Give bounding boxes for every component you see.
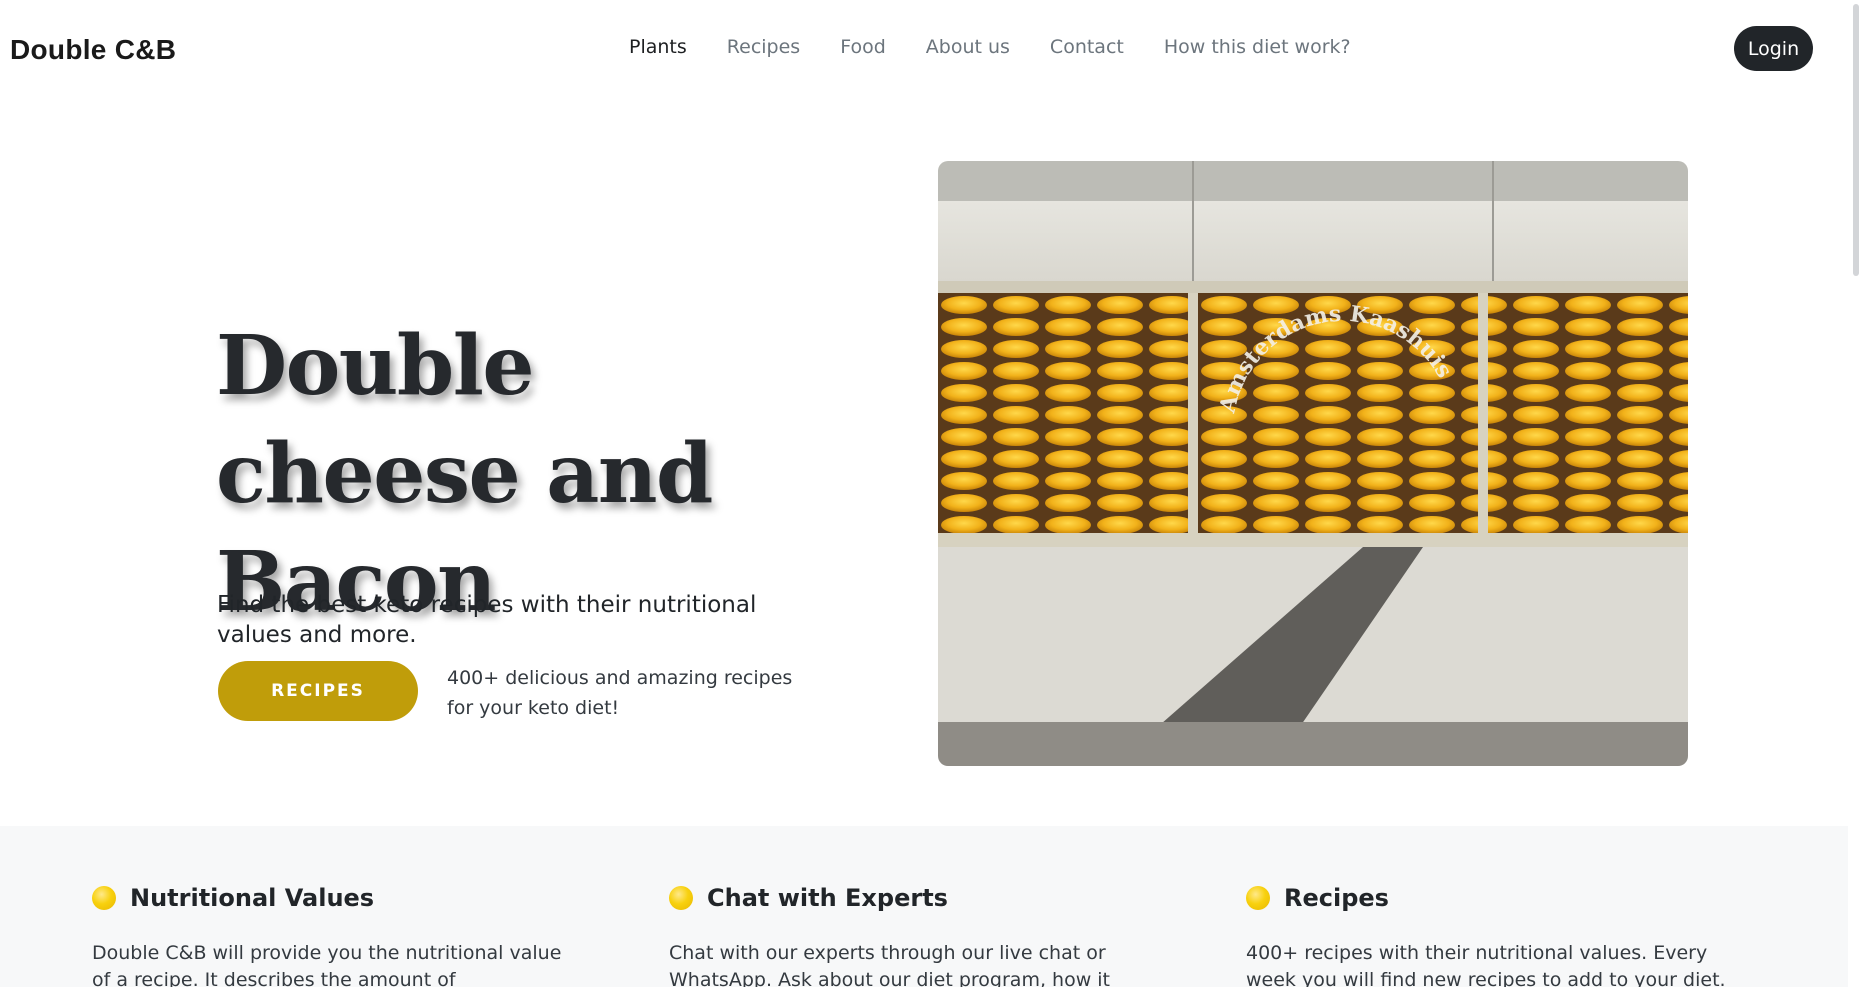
feature-text: 400+ recipes with their nutritional valu… — [1246, 942, 1726, 987]
hero-image-cheese-shop: Amsterdams Kaashuis — [938, 161, 1688, 766]
brand-logo[interactable]: Double C&B — [10, 34, 176, 66]
nav-link-about-us[interactable]: About us — [926, 36, 1010, 58]
recipes-button[interactable]: RECIPES — [218, 661, 418, 721]
nav-link-plants[interactable]: Plants — [629, 36, 687, 58]
login-button[interactable]: Login — [1734, 26, 1813, 71]
nav-links: Plants Recipes Food About us Contact How… — [629, 36, 1391, 58]
nav-link-recipes[interactable]: Recipes — [727, 36, 800, 58]
feature-chat-with-experts: Chat with Experts Chat with our experts … — [669, 878, 1169, 987]
feature-title: Chat with Experts — [707, 884, 948, 912]
nav-link-food[interactable]: Food — [840, 36, 886, 58]
feature-title: Nutritional Values — [130, 884, 375, 912]
yellow-dot-icon — [669, 886, 693, 910]
feature-title: Recipes — [1284, 884, 1389, 912]
yellow-dot-icon — [92, 886, 116, 910]
feature-recipes: Recipes 400+ recipes with their nutritio… — [1246, 878, 1746, 987]
feature-text: Chat with our experts through our live c… — [669, 942, 1111, 987]
scrollbar-thumb[interactable] — [1853, 4, 1859, 276]
features-section: Nutritional Values Double C&B will provi… — [0, 826, 1848, 987]
yellow-dot-icon — [1246, 886, 1270, 910]
page: Double C&B Plants Recipes Food About us … — [0, 0, 1865, 987]
nav-link-contact[interactable]: Contact — [1050, 36, 1124, 58]
feature-nutritional-values: Nutritional Values Double C&B will provi… — [92, 878, 592, 987]
feature-text: Double C&B will provide you the nutritio… — [92, 942, 562, 987]
navbar: Double C&B Plants Recipes Food About us … — [0, 0, 1848, 100]
hero-title: Double cheese and Bacon — [216, 318, 713, 630]
nav-link-how-diet-works[interactable]: How this diet work? — [1164, 36, 1351, 58]
hero-note: 400+ delicious and amazing recipes for y… — [447, 667, 793, 719]
page-scrollbar[interactable] — [1848, 0, 1865, 987]
hero-subtitle: Find the best keto recipes with their nu… — [217, 592, 757, 648]
